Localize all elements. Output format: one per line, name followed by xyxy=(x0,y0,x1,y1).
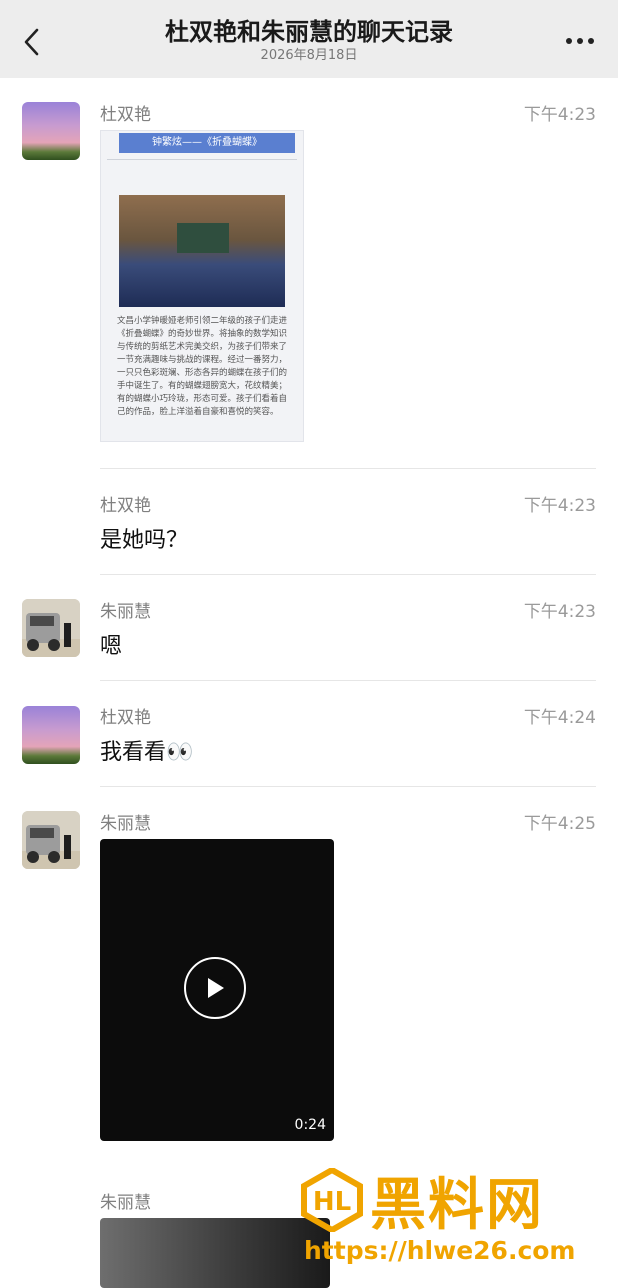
divider xyxy=(100,680,596,681)
watermark-text: 黑料网 xyxy=(370,1173,544,1238)
chevron-left-icon xyxy=(24,28,39,56)
divider xyxy=(100,468,596,469)
blackboard xyxy=(177,223,229,253)
svg-text:HL: HL xyxy=(313,1187,351,1217)
video-duration: 0:24 xyxy=(294,1117,326,1133)
divider xyxy=(100,574,596,575)
message-time: 下午4:24 xyxy=(523,708,596,728)
video-message[interactable] xyxy=(100,1218,330,1288)
message-sender: 杜双艳 xyxy=(100,105,151,125)
car-photo xyxy=(22,811,80,869)
shared-image[interactable]: 钟繁炫——《折叠蝴蝶》 文昌小学钟暖娅老师引领二年级的孩子们走进《折叠蝴蝶》的奇… xyxy=(100,130,304,442)
car-photo xyxy=(22,599,80,657)
message-sender: 朱丽慧 xyxy=(100,1193,151,1213)
watermark-url: https://hlwe26.com xyxy=(304,1236,576,1265)
avatar-zhu-lihui[interactable] xyxy=(22,599,80,657)
message-sender: 朱丽慧 xyxy=(100,814,151,834)
message-time: 下午4:23 xyxy=(523,496,596,516)
classroom-photo xyxy=(119,195,285,307)
doc-caption: 文昌小学钟暖娅老师引领二年级的孩子们走进《折叠蝴蝶》的奇妙世界。将抽象的数学知识… xyxy=(117,316,288,417)
back-button[interactable] xyxy=(14,22,50,62)
message-time: 下午4:23 xyxy=(523,105,596,125)
message-time: 下午4:23 xyxy=(523,602,596,622)
doc-banner: 钟繁炫——《折叠蝴蝶》 xyxy=(119,133,295,153)
more-dots-icon xyxy=(566,38,594,44)
more-button[interactable] xyxy=(560,26,600,56)
play-icon xyxy=(208,978,224,998)
avatar-zhu-lihui[interactable] xyxy=(22,811,80,869)
message-text[interactable]: 是她吗？ xyxy=(100,522,188,554)
message-text[interactable]: 我看看👀 xyxy=(100,734,193,766)
play-button[interactable] xyxy=(184,957,246,1019)
title-block: 杜双艳和朱丽慧的聊天记录 2026年8月18日 xyxy=(90,16,528,64)
video-message[interactable]: 0:24 xyxy=(100,839,334,1141)
page-title: 杜双艳和朱丽慧的聊天记录 xyxy=(165,18,453,46)
chat-date: 2026年8月18日 xyxy=(260,48,358,63)
divider xyxy=(100,786,596,787)
doc-divider xyxy=(107,159,297,160)
avatar-du-shuangyan[interactable] xyxy=(22,706,80,764)
message-sender: 朱丽慧 xyxy=(100,602,151,622)
message-time: 下午4:25 xyxy=(523,814,596,834)
avatar-du-shuangyan[interactable] xyxy=(22,102,80,160)
watermark-logo-icon: HL xyxy=(301,1168,363,1232)
message-text[interactable]: 嗯 xyxy=(100,628,122,660)
message-sender: 杜双艳 xyxy=(100,708,151,728)
message-sender: 杜双艳 xyxy=(100,496,151,516)
chat-header: 杜双艳和朱丽慧的聊天记录 2026年8月18日 xyxy=(0,0,618,78)
